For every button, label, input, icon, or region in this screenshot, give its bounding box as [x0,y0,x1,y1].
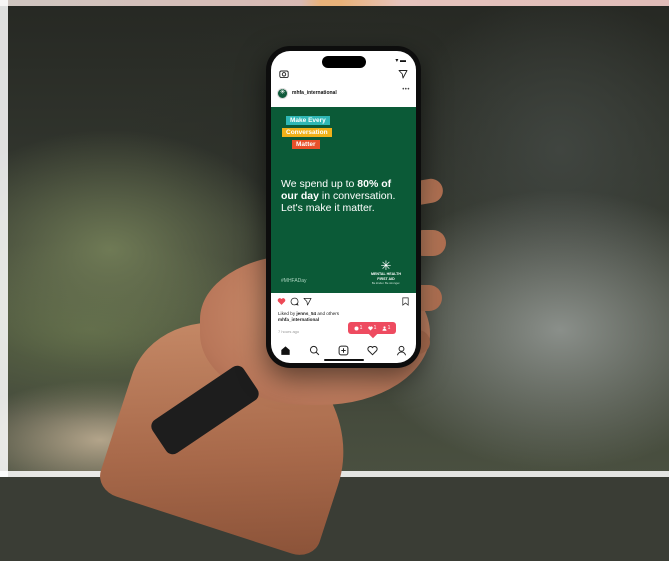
notif-follows: 1 [382,325,391,331]
dynamic-island [321,56,366,68]
post-headline: We spend up to 80% of our day in convers… [281,178,408,214]
person-icon [382,325,387,331]
notif-likes: 1 [367,325,377,331]
liked-by-user[interactable]: jenns_54 [296,311,316,316]
liked-by-suffix: and others [316,311,340,316]
post-timestamp: 7 hours ago [278,329,300,334]
left-frame-border [0,0,8,477]
likes-count: 1 [373,325,377,331]
activity-icon[interactable] [367,345,378,356]
brand-logo: ✳ MENTAL HEALTH FIRST AID Be kinder. Be … [364,259,408,285]
post-username[interactable]: mhfa_international [292,90,337,96]
top-image-strip [0,0,669,6]
profile-icon[interactable] [396,345,407,356]
camera-icon[interactable] [279,69,289,79]
comments-count: 1 [359,325,363,331]
bookmark-icon[interactable] [401,297,410,306]
tag-make-every: Make Every [286,116,330,125]
status-indicators: ▾ ▬ [395,58,406,64]
post-image[interactable]: Make Every Conversation Matter We spend … [271,107,416,293]
smartphone: ▾ ▬ mhfa_international ••• Make Every Co… [266,46,421,368]
tag-conversation: Conversation [282,128,332,137]
comment-icon[interactable] [290,297,299,306]
home-indicator [323,359,364,361]
post-actions [277,297,410,308]
avatar[interactable] [277,88,288,99]
phone-screen: ▾ ▬ mhfa_international ••• Make Every Co… [271,51,416,363]
activity-notification[interactable]: 1 1 1 [348,322,396,334]
heart-icon [367,326,373,330]
brand-tagline: Be kinder. Be stronger. [371,281,401,285]
liked-by-prefix: Liked by [278,311,297,316]
comment-bubble-icon [354,326,359,330]
follows-count: 1 [387,325,391,331]
post-header: mhfa_international ••• [277,87,410,101]
likes-summary: Liked by jenns_54 and others mhfa_intern… [278,311,339,322]
tag-matter: Matter [292,140,320,149]
add-post-icon[interactable] [338,345,349,356]
caption-username[interactable]: mhfa_international [278,317,319,322]
hashtag: #MHFADay [281,278,307,284]
app-header [279,69,408,81]
starburst-icon: ✳ [380,258,392,273]
share-icon[interactable] [303,297,312,306]
more-options-icon[interactable]: ••• [402,87,410,93]
notif-comments: 1 [354,325,363,331]
send-icon[interactable] [398,69,408,79]
search-icon[interactable] [309,345,320,356]
like-heart-icon[interactable] [277,297,286,306]
headline-start: We spend up to [281,178,358,190]
bottom-nav [271,343,416,357]
home-icon[interactable] [280,345,291,356]
